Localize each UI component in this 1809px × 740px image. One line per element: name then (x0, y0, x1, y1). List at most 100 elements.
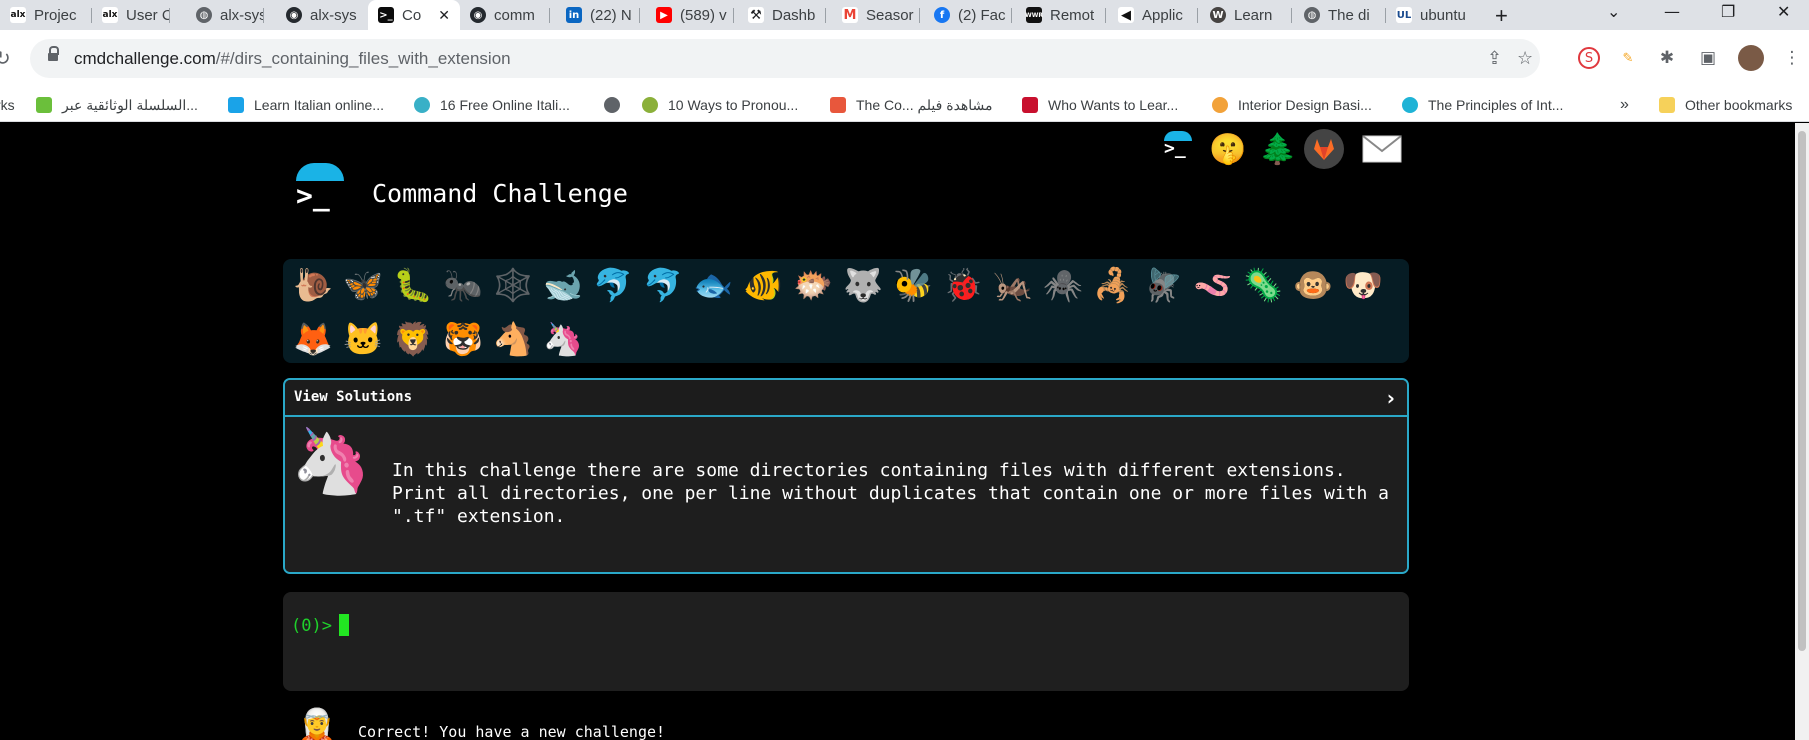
level-10-icon[interactable]: 🐠 (741, 263, 785, 307)
bookmark-item[interactable]: السلسلة الوثائقية عبر... (36, 88, 198, 122)
level-18-icon[interactable]: 🪰 (1141, 263, 1185, 307)
level-13-icon[interactable]: 🐝 (891, 263, 935, 307)
side-panel-icon[interactable]: ▣ (1697, 47, 1719, 69)
bookmark-label: Other bookmarks (1685, 97, 1793, 113)
tab-dashboard[interactable]: ⚒ Dashb (738, 0, 826, 30)
level-23-icon[interactable]: 🦊 (291, 317, 335, 361)
scrollbar-thumb[interactable] (1798, 131, 1806, 651)
lock-icon[interactable] (48, 46, 59, 63)
gitlab-icon[interactable] (1304, 129, 1344, 169)
bookmark-item[interactable]: Interior Design Basi... (1212, 88, 1372, 122)
tab-alx-project[interactable]: alx Projec (0, 0, 92, 30)
github-icon: ◉ (286, 7, 302, 23)
level-25-icon[interactable]: 🦁 (391, 317, 435, 361)
level-11-icon[interactable]: 🐡 (791, 263, 835, 307)
level-26-icon[interactable]: 🐯 (441, 317, 485, 361)
level-20-icon[interactable]: 🦠 (1241, 263, 1285, 307)
tab-youtube[interactable]: ▶ (589) v (646, 0, 734, 30)
bookmark-label: 16 Free Online Itali... (440, 97, 570, 113)
ul-icon: UL (1396, 7, 1412, 23)
bookmark-label: Who Wants to Lear... (1048, 97, 1179, 113)
linkedin-icon: in (566, 7, 582, 23)
overflow-label: » (1620, 96, 1629, 113)
level-2-icon[interactable]: 🦋 (341, 263, 385, 307)
other-bookmarks[interactable]: Other bookmarks (1659, 88, 1792, 122)
tab-gmail[interactable]: M Seasor (832, 0, 920, 30)
level-21-icon[interactable]: 🐵 (1291, 263, 1335, 307)
terminal-icon[interactable]: >_ (1158, 129, 1198, 169)
share-icon[interactable]: ⇪ (1487, 48, 1502, 69)
level-27-icon[interactable]: 🐴 (491, 317, 535, 361)
address-bar[interactable]: cmdchallenge.com/#/dirs_containing_files… (30, 39, 1540, 78)
close-window-icon[interactable]: ✕ (1777, 2, 1790, 21)
level-8-icon[interactable]: 🐬 (641, 263, 685, 307)
new-tab-button[interactable]: + (1495, 3, 1508, 29)
tab-label: (2) Fac (958, 6, 1006, 24)
folder-icon (1659, 97, 1675, 113)
level-17-icon[interactable]: 🦂 (1091, 263, 1135, 307)
envelope-icon[interactable] (1362, 129, 1402, 169)
level-24-icon[interactable]: 🐱 (341, 317, 385, 361)
tab-alx-user[interactable]: alx User C (92, 0, 170, 30)
level-12-icon[interactable]: 🐺 (841, 263, 885, 307)
level-22-icon[interactable]: 🐶 (1341, 263, 1385, 307)
extension-s-icon[interactable]: S (1578, 47, 1600, 69)
level-5-icon[interactable]: 🕸️ (491, 263, 535, 307)
tab-ubuntu[interactable]: UL ubuntu (1386, 0, 1478, 30)
tab-github-comm[interactable]: ◉ comm (460, 0, 550, 30)
bookmark-icon (414, 97, 430, 113)
minimize-icon[interactable]: — (1664, 2, 1680, 21)
bookmark-item[interactable]: Learn Italian online... (228, 88, 384, 122)
tab-alx-sys-2[interactable]: ◉ alx-sys (276, 0, 366, 30)
profile-avatar[interactable] (1738, 45, 1764, 71)
reload-icon[interactable]: ↻ (0, 46, 11, 70)
level-7-icon[interactable]: 🐬 (591, 263, 635, 307)
bookmark-item[interactable]: rks (0, 88, 15, 122)
tab-label: comm (494, 6, 535, 24)
tab-applications[interactable]: ◀ Applic (1108, 0, 1198, 30)
level-15-icon[interactable]: 🦗 (991, 263, 1035, 307)
bookmark-item[interactable]: Who Wants to Lear... (1022, 88, 1178, 122)
level-1-icon[interactable]: 🐌 (291, 263, 335, 307)
bookmarks-bar: rks السلسلة الوثائقية عبر... Learn Itali… (0, 88, 1809, 122)
tab-facebook[interactable]: f (2) Fac (924, 0, 1012, 30)
color-picker-icon[interactable]: ✎ (1617, 47, 1639, 69)
level-3-icon[interactable]: 🐛 (391, 263, 435, 307)
terminal-icon: >_ (378, 7, 394, 23)
tab-linkedin[interactable]: in (22) N (556, 0, 640, 30)
tab-remote[interactable]: WWR Remot (1016, 0, 1106, 30)
shushing-face-icon[interactable]: 🤫 (1208, 129, 1248, 169)
bookmark-star-icon[interactable]: ☆ (1517, 48, 1533, 69)
chevron-right-icon[interactable]: › (1387, 386, 1395, 410)
tree-icon[interactable]: 🌲 (1258, 129, 1298, 169)
bookmarks-overflow-button[interactable]: » (1620, 88, 1629, 122)
tab-alx-sys-1[interactable]: ◍ alx-sys (186, 0, 264, 30)
level-28-icon[interactable]: 🦄 (541, 317, 585, 361)
bookmark-item[interactable] (604, 88, 630, 122)
bookmark-icon (1022, 97, 1038, 113)
view-solutions-toggle[interactable]: View Solutions › (285, 380, 1407, 417)
bookmark-item[interactable]: 10 Ways to Pronou... (642, 88, 798, 122)
level-16-icon[interactable]: 🕷️ (1041, 263, 1085, 307)
facebook-icon: f (934, 7, 950, 23)
page-content: >_ 🤫 🌲 >_ Command Challenge 🐌 🦋 🐛 🐜 🕸️ 🐋 🐬 🐬 🐟 🐠 🐡… (0, 123, 1809, 740)
level-9-icon[interactable]: 🐟 (691, 263, 735, 307)
globe-icon: ◍ (1304, 7, 1320, 23)
terminal-input[interactable]: (0)> (283, 592, 1409, 691)
tab-the-di[interactable]: ◍ The di (1294, 0, 1386, 30)
bookmark-item[interactable]: The Co... مشاهدة فيلم (830, 88, 993, 122)
page-scrollbar[interactable] (1795, 123, 1809, 740)
level-6-icon[interactable]: 🐋 (541, 263, 585, 307)
level-14-icon[interactable]: 🐞 (941, 263, 985, 307)
tab-wordpress[interactable]: W Learn (1200, 0, 1292, 30)
level-19-icon[interactable]: 🪱 (1191, 263, 1235, 307)
tab-cmdchallenge[interactable]: >_ Co ✕ (368, 0, 460, 30)
maximize-icon[interactable]: ❐ (1721, 2, 1735, 21)
close-tab-icon[interactable]: ✕ (438, 7, 450, 24)
menu-icon[interactable]: ⋮ (1781, 47, 1803, 69)
bookmark-item[interactable]: The Principles of Int... (1402, 88, 1563, 122)
extensions-puzzle-icon[interactable]: ✱ (1656, 47, 1678, 69)
level-4-icon[interactable]: 🐜 (441, 263, 485, 307)
bookmark-item[interactable]: 16 Free Online Itali... (414, 88, 570, 122)
tab-search-icon[interactable]: ⌄ (1607, 2, 1620, 21)
